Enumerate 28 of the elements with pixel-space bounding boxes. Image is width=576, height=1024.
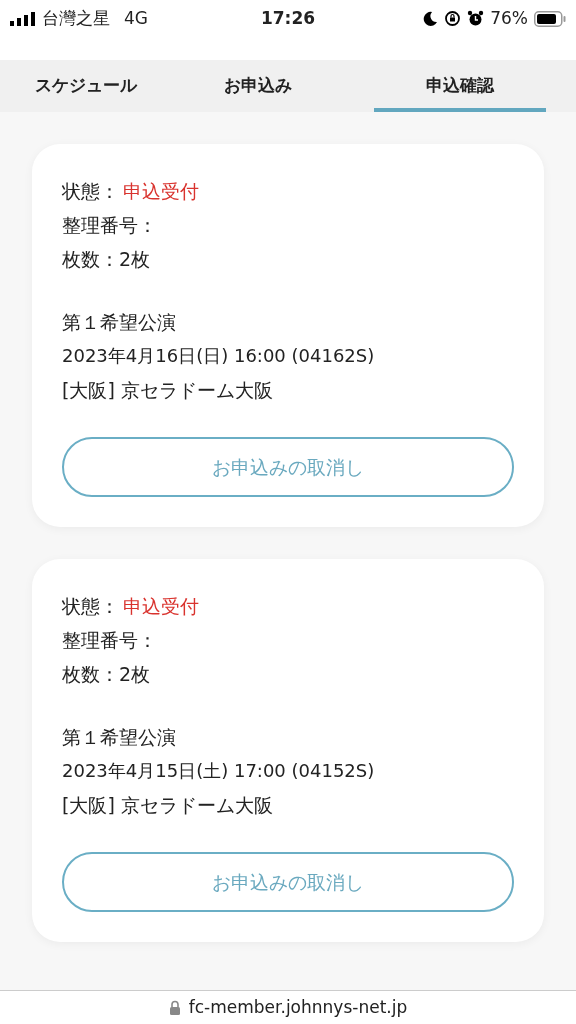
venue-name: [大阪] 京セラドーム大阪 [62,378,273,403]
status-label: 状態： [62,594,119,619]
performance-date: 2023年4月16日(日) 16:00 (04162S) [62,344,375,368]
number-label: 整理番号： [62,628,157,653]
ticket-count: 枚数：2枚 [62,247,151,272]
preference-label: 第１希望公演 [62,725,176,750]
number-label: 整理番号： [62,213,157,238]
moon-icon [422,10,439,27]
battery-percent: 76% [490,7,528,30]
status-value: 申込受付 [123,179,199,204]
status-label: 状態： [62,179,119,204]
carrier-name: 台灣之星 [42,7,110,30]
battery-icon [534,10,566,27]
alarm-icon [467,10,485,28]
tab[interactable]: スケジュール [0,60,172,112]
clock-time: 17:26 [260,7,316,30]
venue-name: [大阪] 京セラドーム大阪 [62,793,273,818]
performance-date: 2023年4月15日(土) 17:00 (04152S) [62,759,375,783]
preference-label: 第１希望公演 [62,310,176,335]
signal-icon [10,11,36,26]
tab[interactable]: 申込確認 [374,60,546,112]
url-text: fc-member.johnnys-net.jp [188,995,408,1019]
network-type: 4G [124,7,148,30]
lock-icon [168,1000,181,1015]
tab[interactable]: お申込み [172,60,344,112]
status-value: 申込受付 [123,594,199,619]
ticket-count: 枚数：2枚 [62,662,151,687]
rotation-lock-icon [444,10,462,28]
